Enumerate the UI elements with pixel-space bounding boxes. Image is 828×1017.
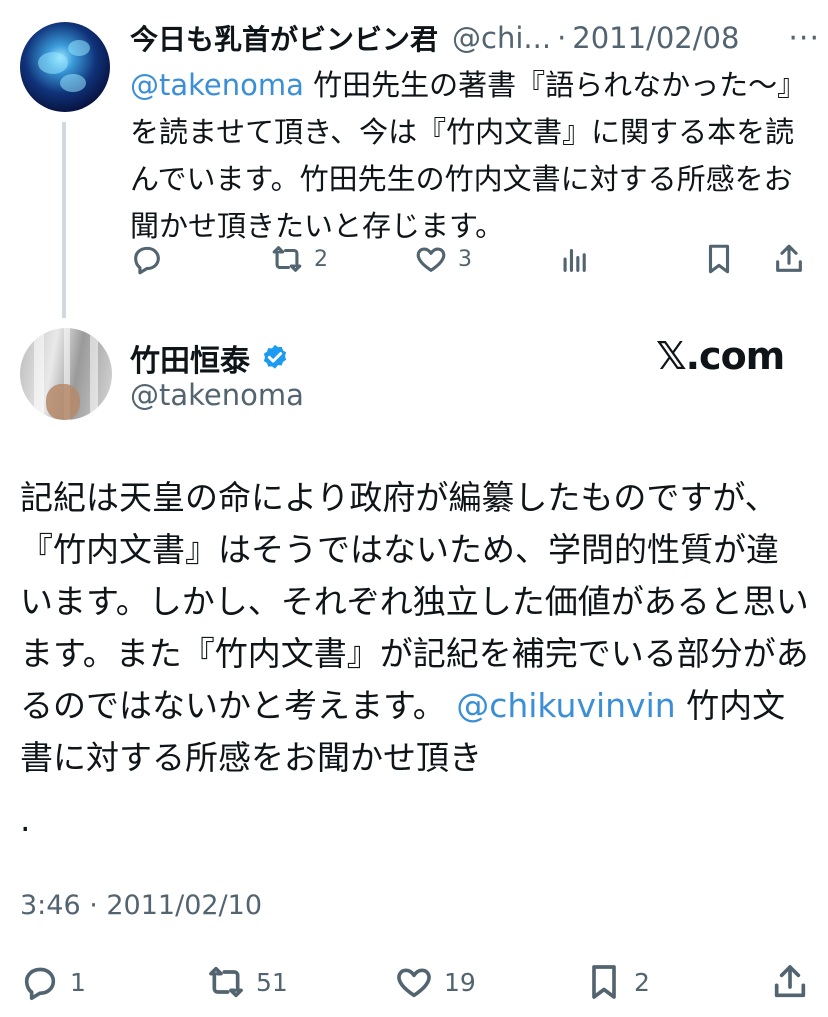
- views-icon: [563, 248, 586, 272]
- share-icon: [774, 965, 806, 998]
- reply-count: 1: [70, 967, 86, 997]
- x-logo[interactable]: 𝕏.com: [656, 334, 785, 378]
- bookmark-icon: [592, 965, 616, 999]
- bookmark-icon: [708, 244, 730, 274]
- avatar[interactable]: [20, 22, 110, 112]
- retweet-count: 2: [314, 246, 328, 272]
- tweet-actions: 1 51 19 2: [20, 958, 820, 1008]
- thread-connector-line: [62, 122, 66, 318]
- views-button[interactable]: [558, 242, 592, 276]
- like-count: 3: [458, 246, 472, 272]
- tweet-header: 今日も乳首がビンビン君 @chi... · 2011/02/08 ···: [130, 18, 820, 58]
- author-name[interactable]: 今日も乳首がビンビン君: [130, 18, 438, 58]
- like-button[interactable]: 3: [414, 242, 472, 276]
- avatar[interactable]: [20, 328, 112, 420]
- author-name[interactable]: 竹田恒泰: [130, 336, 250, 380]
- tweet-text: @takenoma 竹田先生の著書『語られなかった〜』を読ませて頂き、今は『竹内…: [130, 62, 800, 250]
- like-count: 19: [444, 967, 476, 997]
- tweet-actions: 2 3: [130, 238, 810, 282]
- tweet-text: 記紀は天皇の命により政府が編纂したものですが、『竹内文書』はそうではないため、学…: [20, 472, 810, 784]
- bookmark-button[interactable]: [702, 242, 736, 276]
- author-handle[interactable]: @chi...: [452, 21, 551, 55]
- retweet-button[interactable]: 51: [206, 962, 288, 1002]
- retweet-button[interactable]: 2: [270, 242, 328, 276]
- retweet-icon: [209, 966, 243, 998]
- author-handle[interactable]: @takenoma: [130, 378, 304, 412]
- heart-icon: [397, 968, 431, 998]
- like-button[interactable]: 19: [394, 962, 476, 1002]
- retweet-count: 51: [256, 967, 288, 997]
- share-button[interactable]: [770, 962, 810, 1002]
- tweet-date[interactable]: 2011/02/08: [572, 21, 739, 55]
- retweet-icon: [272, 246, 302, 272]
- tweet-timestamp[interactable]: 3:46 · 2011/02/10: [20, 890, 262, 921]
- share-icon: [776, 244, 802, 272]
- reply-icon: [24, 967, 56, 1000]
- mention-link[interactable]: @takenoma: [130, 68, 304, 102]
- verified-badge-icon: [263, 344, 287, 369]
- mention-link[interactable]: @chikuvinvin: [456, 686, 675, 725]
- reply-button[interactable]: 1: [20, 962, 86, 1002]
- reply-button[interactable]: [130, 242, 164, 276]
- more-icon[interactable]: ···: [788, 21, 820, 56]
- reply-icon: [134, 246, 160, 275]
- share-button[interactable]: [772, 242, 806, 276]
- heart-icon: [416, 247, 446, 272]
- trailing-text: .: [20, 800, 31, 839]
- author-name-row: 竹田恒泰: [130, 336, 290, 380]
- bookmark-button[interactable]: 2: [584, 962, 650, 1002]
- separator: ·: [557, 21, 567, 55]
- bookmark-count: 2: [634, 967, 650, 997]
